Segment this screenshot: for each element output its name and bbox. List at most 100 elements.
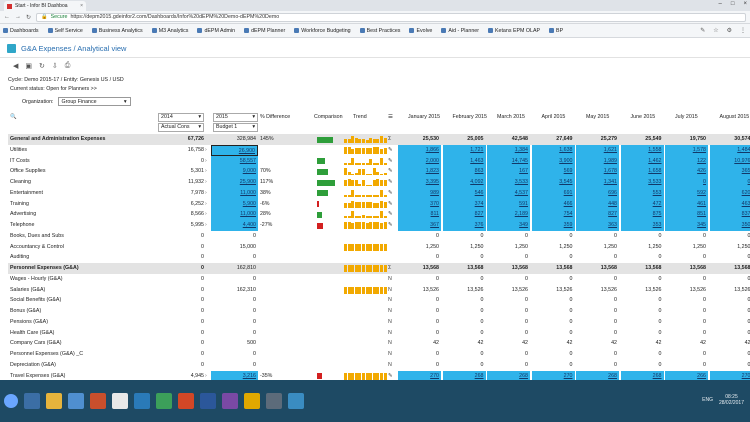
- chrome-icon[interactable]: [112, 393, 128, 409]
- month-value[interactable]: 345: [665, 220, 708, 231]
- month-value[interactable]: 2,189: [487, 209, 530, 221]
- year-2014-select[interactable]: 2014 ▾: [158, 113, 204, 122]
- bookmark-item[interactable]: Self Service: [47, 28, 83, 34]
- month-value[interactable]: 2,000: [398, 155, 441, 167]
- note-icon[interactable]: N: [388, 338, 395, 349]
- month-value[interactable]: 553: [620, 187, 664, 199]
- powerpoint-icon[interactable]: [178, 393, 194, 409]
- scenario-budget-select[interactable]: Budget 1 ▾: [213, 123, 258, 132]
- app-icon[interactable]: [244, 393, 260, 409]
- month-value[interactable]: 167: [487, 166, 530, 178]
- month-value[interactable]: 4,537: [487, 187, 530, 199]
- month-value[interactable]: 461: [665, 198, 708, 210]
- month-value[interactable]: 374: [442, 198, 486, 210]
- month-value[interactable]: 363: [576, 220, 619, 231]
- edit-pencil-icon[interactable]: ✎: [388, 199, 395, 210]
- month-value[interactable]: 989: [398, 187, 441, 199]
- ie-icon[interactable]: [24, 393, 40, 409]
- value-2015[interactable]: 4,400: [211, 220, 258, 231]
- month-value[interactable]: 546: [442, 187, 486, 199]
- month-value[interactable]: 837: [709, 209, 750, 221]
- month-value[interactable]: 3,900: [531, 155, 575, 167]
- month-value[interactable]: 359: [531, 220, 575, 231]
- month-value[interactable]: 1,558: [620, 144, 664, 156]
- app-icon[interactable]: [68, 393, 84, 409]
- month-value[interactable]: 3,533: [487, 177, 530, 188]
- month-value[interactable]: 1,384: [487, 144, 530, 156]
- save-icon[interactable]: ▣: [25, 62, 32, 70]
- word-icon[interactable]: [200, 393, 216, 409]
- pencil-icon[interactable]: ✎: [700, 27, 705, 34]
- bookmark-item[interactable]: Evolve: [409, 28, 432, 34]
- month-value[interactable]: 376: [442, 220, 486, 231]
- month-value[interactable]: 691: [531, 187, 575, 199]
- start-icon[interactable]: [4, 394, 18, 408]
- bookmark-item[interactable]: Aid - Planner: [441, 28, 479, 34]
- month-value[interactable]: 1,638: [531, 144, 575, 156]
- edit-pencil-icon[interactable]: ✎: [388, 220, 395, 231]
- month-value[interactable]: 1,621: [576, 144, 619, 156]
- bookmark-item[interactable]: Workforce Budgeting: [294, 28, 351, 34]
- note-icon[interactable]: N: [388, 306, 395, 317]
- scenario-actual-select[interactable]: Actual Cons ▾: [158, 123, 204, 132]
- back-arrow-icon[interactable]: ◀: [13, 62, 18, 70]
- value-2015[interactable]: 26,900: [211, 144, 258, 156]
- app-icon[interactable]: [266, 393, 282, 409]
- app-icon[interactable]: [222, 393, 238, 409]
- clock[interactable]: 08:25 28/02/2017: [719, 394, 744, 406]
- edit-pencil-icon[interactable]: ✎: [388, 145, 395, 156]
- month-value[interactable]: 1,462: [620, 155, 664, 167]
- status-line[interactable]: Current status: Open for Planners >>: [10, 85, 126, 94]
- month-value[interactable]: 620: [709, 187, 750, 199]
- month-value[interactable]: 3,395: [398, 177, 441, 188]
- forward-icon[interactable]: →: [15, 14, 21, 20]
- lang-indicator[interactable]: ENG: [702, 397, 713, 403]
- month-value[interactable]: 1,463: [442, 155, 486, 167]
- month-value[interactable]: 370: [398, 198, 441, 210]
- bookmark-item[interactable]: dEPM Admin: [197, 28, 235, 34]
- month-value[interactable]: 365: [709, 166, 750, 178]
- month-value[interactable]: 591: [487, 198, 530, 210]
- bookmark-item[interactable]: Best Practices: [359, 28, 400, 34]
- edit-pencil-icon[interactable]: ✎: [388, 177, 395, 188]
- outlook-icon[interactable]: [134, 393, 150, 409]
- month-value[interactable]: 851: [665, 209, 708, 221]
- month-value[interactable]: 754: [531, 209, 575, 221]
- month-value[interactable]: 350: [709, 220, 750, 231]
- bookmark-item[interactable]: dEPM Planner: [244, 28, 285, 34]
- app-icon[interactable]: [90, 393, 106, 409]
- month-value[interactable]: 426: [665, 166, 708, 178]
- month-value[interactable]: 448: [576, 198, 619, 210]
- month-value[interactable]: 0: [709, 177, 750, 188]
- explorer-icon[interactable]: [46, 393, 62, 409]
- refresh-icon[interactable]: ↻: [39, 62, 45, 70]
- year-2015-select[interactable]: 2015 ▾: [213, 113, 258, 122]
- month-value[interactable]: 1,578: [665, 144, 708, 156]
- month-value[interactable]: 1,484: [709, 144, 750, 156]
- browser-tab[interactable]: Start - Infor BI Dashboa ×: [4, 1, 86, 11]
- month-value[interactable]: 466: [531, 198, 575, 210]
- bookmark-item[interactable]: BP: [549, 28, 563, 34]
- maximize-icon[interactable]: □: [731, 1, 735, 7]
- note-icon[interactable]: N: [388, 349, 395, 360]
- note-icon[interactable]: N: [388, 274, 395, 285]
- month-value[interactable]: 1,866: [398, 144, 441, 156]
- note-icon[interactable]: N: [388, 295, 395, 306]
- organization-select[interactable]: Group Finance ▾: [57, 97, 131, 106]
- excel-icon[interactable]: [156, 393, 172, 409]
- export-icon[interactable]: ⇩: [52, 62, 58, 70]
- month-value[interactable]: 875: [620, 209, 664, 221]
- month-value[interactable]: 14,745: [487, 155, 530, 167]
- edit-pencil-icon[interactable]: ✎: [388, 166, 395, 177]
- back-icon[interactable]: ←: [4, 14, 10, 20]
- month-value[interactable]: 463: [709, 198, 750, 210]
- star-icon[interactable]: ☆: [713, 27, 718, 34]
- edit-pencil-icon[interactable]: ✎: [388, 188, 395, 199]
- print-icon[interactable]: ⎙: [65, 62, 71, 70]
- month-value[interactable]: 349: [487, 220, 530, 231]
- month-value[interactable]: 472: [620, 198, 664, 210]
- month-value[interactable]: 3,533: [620, 177, 664, 188]
- url-input[interactable]: 🔒 Secure https://depm2015.gdeinfor2.com/…: [36, 12, 746, 22]
- close-tab-icon[interactable]: ×: [80, 3, 83, 9]
- month-value[interactable]: 863: [442, 166, 486, 178]
